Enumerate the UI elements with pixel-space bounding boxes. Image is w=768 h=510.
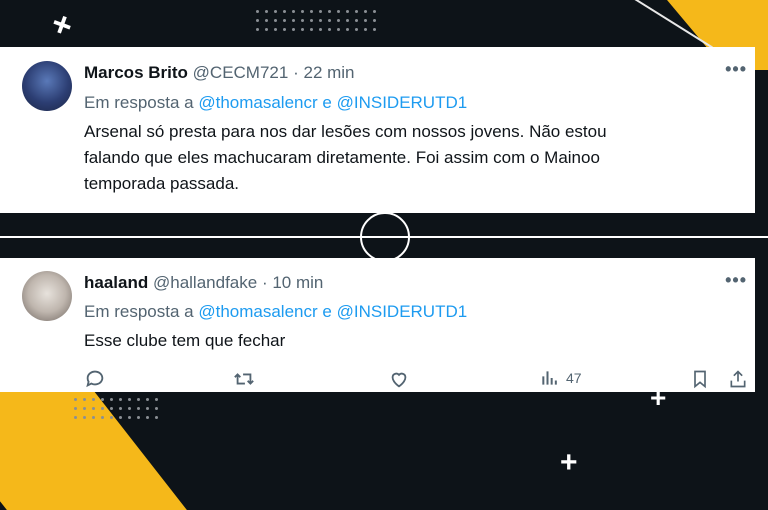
like-icon	[388, 368, 410, 390]
reply-context: Em resposta a @thomasalencr e @INSIDERUT…	[84, 302, 467, 322]
reply-prefix: Em resposta a	[84, 302, 194, 321]
author-handle[interactable]: @hallandfake	[153, 273, 257, 292]
tweet-card[interactable]: haaland @hallandfake · 10 min ••• Em res…	[0, 258, 755, 392]
more-options-icon[interactable]: •••	[725, 59, 747, 80]
mention-link[interactable]: @INSIDERUTD1	[337, 302, 468, 321]
tweet-text: Arsenal só presta para nos dar lesões co…	[84, 119, 724, 197]
tweet-card[interactable]: Marcos Brito @CECM721 · 22 min ••• Em re…	[0, 47, 755, 213]
bookmark-button[interactable]	[690, 368, 710, 390]
reply-joiner: e	[322, 93, 332, 112]
dot-grid-decoration	[256, 10, 376, 31]
tweet-text: Esse clube tem que fechar	[84, 328, 285, 354]
separator-dot: ·	[293, 63, 299, 82]
reply-context: Em resposta a @thomasalencr e @INSIDERUT…	[84, 93, 467, 113]
retweet-button[interactable]	[232, 368, 256, 390]
author-name[interactable]: Marcos Brito	[84, 63, 188, 82]
reply-button[interactable]	[84, 368, 106, 390]
share-button[interactable]	[728, 368, 748, 390]
mention-link[interactable]: @thomasalencr	[198, 302, 317, 321]
like-button[interactable]	[388, 368, 410, 390]
avatar[interactable]	[22, 271, 72, 321]
tweet-text-line: Esse clube tem que fechar	[84, 331, 286, 350]
reply-prefix: Em resposta a	[84, 93, 194, 112]
retweet-icon	[232, 368, 256, 390]
plus-decoration: +	[46, 3, 78, 47]
tweet-actions: 47	[84, 368, 754, 394]
center-circle-decoration	[360, 212, 410, 262]
dot-grid-decoration	[74, 398, 158, 419]
reply-icon	[84, 368, 106, 390]
tweet-text-line: temporada passada.	[84, 174, 239, 193]
author-handle[interactable]: @CECM721	[193, 63, 289, 82]
more-options-icon[interactable]: •••	[725, 270, 747, 291]
reply-joiner: e	[322, 302, 332, 321]
share-icon	[728, 368, 748, 390]
tweet-text-line: falando que eles machucaram diretamente.…	[84, 148, 600, 167]
views-button[interactable]: 47	[540, 368, 582, 388]
mention-link[interactable]: @INSIDERUTD1	[337, 93, 468, 112]
mention-link[interactable]: @thomasalencr	[198, 93, 317, 112]
views-count: 47	[566, 370, 582, 386]
bookmark-icon	[690, 368, 710, 390]
views-icon	[540, 368, 560, 388]
tweet-header: haaland @hallandfake · 10 min	[84, 273, 323, 293]
tweet-header: Marcos Brito @CECM721 · 22 min	[84, 63, 355, 83]
tweet-time[interactable]: 10 min	[272, 273, 323, 292]
author-name[interactable]: haaland	[84, 273, 148, 292]
tweet-time[interactable]: 22 min	[303, 63, 354, 82]
separator-dot: ·	[261, 273, 268, 292]
avatar[interactable]	[22, 61, 72, 111]
tweet-text-line: Arsenal só presta para nos dar lesões co…	[84, 122, 607, 141]
